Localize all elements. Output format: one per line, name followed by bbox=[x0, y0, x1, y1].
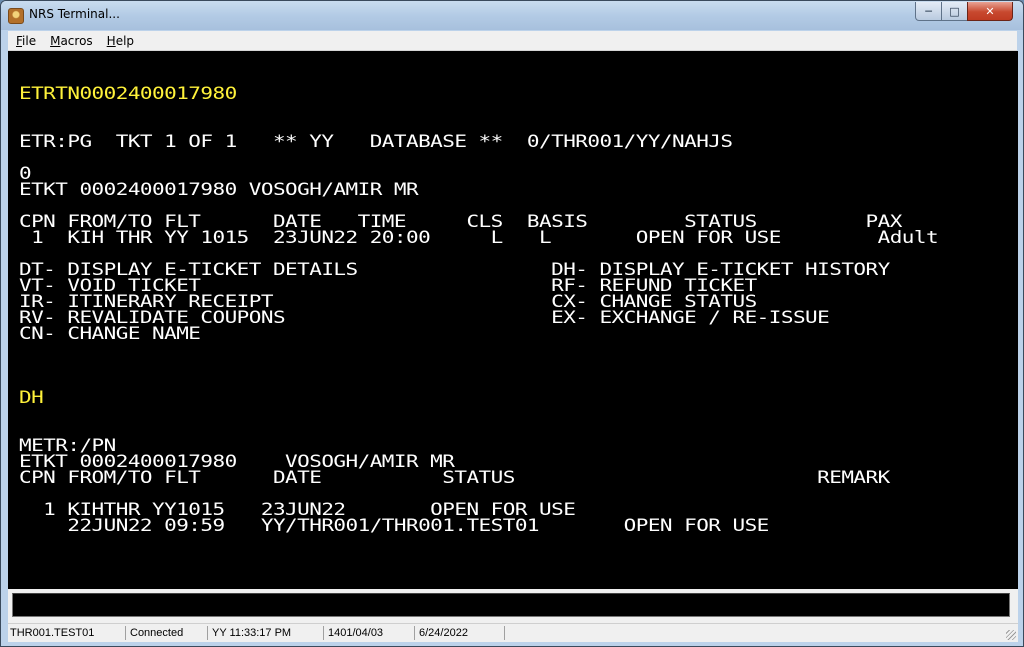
menu-bar: File Macros Help bbox=[8, 31, 1017, 51]
app-icon[interactable] bbox=[8, 8, 24, 24]
status-connection: Connected bbox=[126, 626, 208, 640]
terminal-line: DT- DISPLAY E-TICKET DETAILS DH- DISPLAY… bbox=[19, 259, 890, 279]
terminal-line: 1 KIH THR YY 1015 23JUN22 20:00 L L OPEN… bbox=[19, 227, 939, 247]
title-bar[interactable]: NRS Terminal... ─ □ ✕ bbox=[1, 1, 1023, 30]
terminal-line: ETRTN0002400017980 bbox=[19, 83, 237, 103]
terminal-line: 0 bbox=[19, 163, 32, 183]
terminal-window: NRS Terminal... ─ □ ✕ File Macros Help E… bbox=[0, 0, 1024, 647]
status-bar: THR001.TEST01 Connected YY 11:33:17 PM 1… bbox=[8, 623, 1018, 642]
minimize-button[interactable]: ─ bbox=[915, 2, 942, 21]
terminal-line: CPN FROM/TO FLT DATE STATUS REMARK bbox=[19, 467, 890, 487]
status-date: 6/24/2022 bbox=[415, 626, 505, 640]
menu-file[interactable]: File bbox=[10, 34, 42, 48]
menu-macros[interactable]: Macros bbox=[44, 34, 99, 48]
window-title: NRS Terminal... bbox=[29, 7, 120, 21]
menu-help[interactable]: Help bbox=[101, 34, 140, 48]
terminal-line: VT- VOID TICKET RF- REFUND TICKET bbox=[19, 275, 757, 295]
terminal-line: RV- REVALIDATE COUPONS EX- EXCHANGE / RE… bbox=[19, 307, 830, 327]
status-user: THR001.TEST01 bbox=[8, 626, 126, 640]
terminal-line: METR:/PN bbox=[19, 435, 116, 455]
terminal-screen[interactable]: ETRTN0002400017980 ETR:PG TKT 1 OF 1 ** Y… bbox=[8, 51, 1018, 589]
terminal-line: CPN FROM/TO FLT DATE TIME CLS BASIS STAT… bbox=[19, 211, 902, 231]
close-button[interactable]: ✕ bbox=[967, 2, 1013, 21]
minimize-icon: ─ bbox=[925, 4, 932, 18]
command-bar bbox=[8, 589, 1018, 623]
status-time: YY 11:33:17 PM bbox=[208, 626, 324, 640]
maximize-icon: □ bbox=[949, 4, 960, 18]
close-icon: ✕ bbox=[985, 4, 995, 18]
terminal-line: ETKT 0002400017980 VOSOGH/AMIR MR bbox=[19, 179, 419, 199]
terminal-line: 1 KIHTHR YY1015 23JUN22 OPEN FOR USE bbox=[19, 499, 576, 519]
terminal-line: 22JUN22 09:59 YY/THR001/THR001.TEST01 OP… bbox=[19, 515, 769, 535]
resize-grip[interactable] bbox=[1006, 630, 1016, 640]
maximize-button[interactable]: □ bbox=[941, 2, 968, 21]
terminal-line: IR- ITINERARY RECEIPT CX- CHANGE STATUS bbox=[19, 291, 757, 311]
terminal-line: ETR:PG TKT 1 OF 1 ** YY DATABASE ** 0/TH… bbox=[19, 131, 733, 151]
status-jalali-date: 1401/04/03 bbox=[324, 626, 415, 640]
terminal-line: CN- CHANGE NAME bbox=[19, 323, 201, 343]
terminal-line: ETKT 0002400017980 VOSOGH/AMIR MR bbox=[19, 451, 455, 471]
terminal-line: DH bbox=[19, 387, 44, 407]
command-input[interactable] bbox=[12, 593, 1010, 617]
